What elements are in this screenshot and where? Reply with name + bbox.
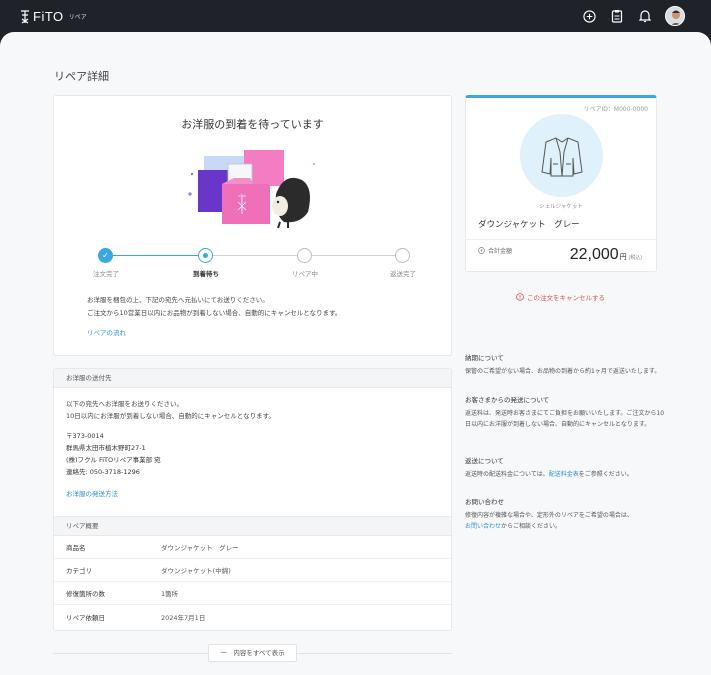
info-title: お客さまからの発送について [465, 396, 550, 404]
info-text-post: からご相談ください。 [501, 523, 562, 530]
avatar[interactable] [665, 6, 685, 26]
summary-value: 2024年7月1日 [161, 613, 206, 622]
summary-key: 修復箇所の数 [66, 590, 105, 598]
address-line: 群馬県太田市植木野町27-1 [66, 444, 146, 452]
expand-all-button[interactable]: 一 内容をすべて表示 [208, 644, 297, 662]
shipping-card: お洋服の送付先 以下の宛先へお洋服をお送りください。 10日以内にお洋服が到着し… [53, 368, 452, 537]
info-title: お問い合わせ [465, 498, 504, 506]
price-label: 合計金額 [478, 246, 512, 255]
info-text-pre: 返送時の配送料金については、 [465, 471, 549, 478]
price-label-text: 合計金額 [488, 248, 513, 255]
repair-flow-link[interactable]: リペアの流れ [87, 327, 126, 337]
main-content: リペア詳細 お洋服の到着を待っています ✓ 注文完了 到着待ち リペア中 返送完… [0, 32, 711, 675]
summary-heading: リペア概要 [54, 517, 451, 536]
info-return: 返送について 返送時の配送料金については、配送料金表をご参照ください。 [465, 455, 665, 480]
step-label: 到着待ち [193, 270, 219, 278]
coin-icon [478, 247, 485, 254]
price-value: 22,000円 (税込) [570, 246, 642, 264]
logo[interactable]: FiTO リペア [20, 9, 87, 24]
info-text-post: をご参照ください。 [578, 471, 633, 478]
phone: 連絡先: 050-3718-1296 [66, 468, 140, 476]
info-title: 返送について [465, 457, 504, 465]
clipboard-icon[interactable] [609, 8, 625, 24]
bell-icon[interactable] [637, 8, 653, 24]
summary-value: 1箇所 [161, 590, 179, 598]
info-text: 保管のご希望がない場合、お品物の到着から約1ヶ月で返送いたします。 [465, 368, 661, 375]
step-label: 返送完了 [390, 270, 416, 278]
top-bar: FiTO リペア [0, 0, 711, 32]
status-title: お洋服の到着を待っています [181, 118, 324, 131]
price-row: 合計金額 22,000円 (税込) [466, 239, 656, 273]
shipping-fee-link[interactable]: 配送料金表 [549, 471, 579, 478]
cancel-label: この注文をキャンセルする [527, 294, 605, 302]
shipping-instruction: 以下の宛先へお洋服をお送りください。 [66, 400, 183, 408]
step-label: 注文完了 [93, 270, 119, 278]
info-text-line: 修復内容が複雑な場合や、定形外のリペアをご希望の場合は、 [465, 512, 633, 519]
status-card: お洋服の到着を待っています ✓ 注文完了 到着待ち リペア中 返送完了 お洋服を… [53, 95, 452, 356]
summary-key: カテゴリ [66, 567, 92, 575]
step-pending-icon [297, 248, 312, 263]
status-note-line: お洋服を梱包の上、下記の宛先へ元払いにてお送りください。 [87, 296, 269, 304]
contact-link[interactable]: お問い合わせ [465, 523, 501, 530]
info-contact: お問い合わせ 修復内容が複雑な場合や、定形外のリペアをご希望の場合は、 お問い合わ… [465, 496, 665, 532]
table-row: 商品名 ダウンジャケット グレー [54, 536, 451, 559]
shipping-method-link[interactable]: お洋服の発送方法 [66, 490, 118, 498]
status-note-line: ご注文から10営業日以内にお品物が到着しない場合、自動的にキャンセルとなります。 [87, 309, 342, 317]
status-note: お洋服を梱包の上、下記の宛先へ元払いにてお送りください。 ご注文から10営業日以… [87, 294, 341, 320]
jacket-icon [520, 114, 603, 197]
info-delivery: 納期について 保管のご希望がない場合、お品物の到着から約1ヶ月で返送いたします。 [465, 352, 665, 377]
price-amount: 22,000 [569, 246, 619, 263]
shipping-address: 〒373-0014 群馬県太田市植木野町27-1 (株)フクル FiTOリペア事… [66, 430, 439, 478]
info-text: 返送時の配送料金については、配送料金表をご参照ください。 [465, 469, 665, 480]
waiting-illustration [188, 150, 315, 229]
hanger-logo-icon [21, 9, 29, 23]
info-customer-shipping: お客さまからの発送について 返送料は、発送時お客さまにてご負担をお願いいたします… [465, 394, 665, 430]
logo-text: FiTO [33, 9, 64, 24]
step-check-icon: ✓ [98, 248, 113, 263]
shipping-warning: 10日以内にお洋服が到着しない場合、自動的にキャンセルとなります。 [66, 412, 275, 420]
expand-section: 一 内容をすべて表示 [53, 642, 452, 662]
info-text: 返送料は、発送時お客さまにてご負担をお願いいたします。ご注文から10日以内にお洋… [465, 410, 665, 428]
logo-subtitle: リペア [68, 14, 87, 21]
product-name: ダウンジャケット グレー [478, 220, 580, 230]
step-label: リペア中 [292, 270, 318, 278]
step-pending-icon [395, 248, 410, 263]
postal-code: 〒373-0014 [66, 432, 104, 440]
add-circle-icon[interactable] [581, 8, 597, 24]
summary-card: リペア概要 商品名 ダウンジャケット グレー カテゴリ ダウンジャケット(中綿)… [53, 516, 452, 631]
summary-value: ダウンジャケット(中綿) [161, 567, 231, 575]
product-category: シェルジャケット [539, 204, 583, 210]
price-unit: 円 [619, 254, 627, 261]
page-title: リペア詳細 [54, 70, 109, 83]
table-row: カテゴリ ダウンジャケット(中綿) [54, 559, 451, 582]
summary-key: リペア依頼日 [66, 613, 105, 622]
info-text: 修復内容が複雑な場合や、定形外のリペアをご希望の場合は、 お問い合わせからご相談く… [465, 510, 665, 532]
progress-steps: ✓ 注文完了 到着待ち リペア中 返送完了 [93, 248, 416, 278]
price-tax: (税込) [628, 255, 642, 261]
shipping-heading: お洋服の送付先 [54, 369, 451, 388]
recipient: (株)フクル FiTOリペア事業部 宛 [66, 456, 161, 464]
step-connector [105, 255, 206, 256]
step-current-icon [198, 248, 213, 263]
cancel-order-link[interactable]: この注文をキャンセルする [516, 292, 605, 302]
summary-value: ダウンジャケット グレー [161, 544, 239, 552]
repair-id: リペアID：M000-0000 [583, 106, 648, 113]
warning-circle-icon [516, 293, 524, 301]
table-row: 修復箇所の数 1箇所 [54, 582, 451, 605]
product-card: リペアID：M000-0000 シェルジャケット ダウンジャケット グレー 合計… [465, 95, 657, 272]
summary-key: 商品名 [66, 544, 86, 552]
table-row: リペア依頼日 2024年7月1日 [54, 605, 451, 628]
info-title: 納期について [465, 354, 504, 362]
